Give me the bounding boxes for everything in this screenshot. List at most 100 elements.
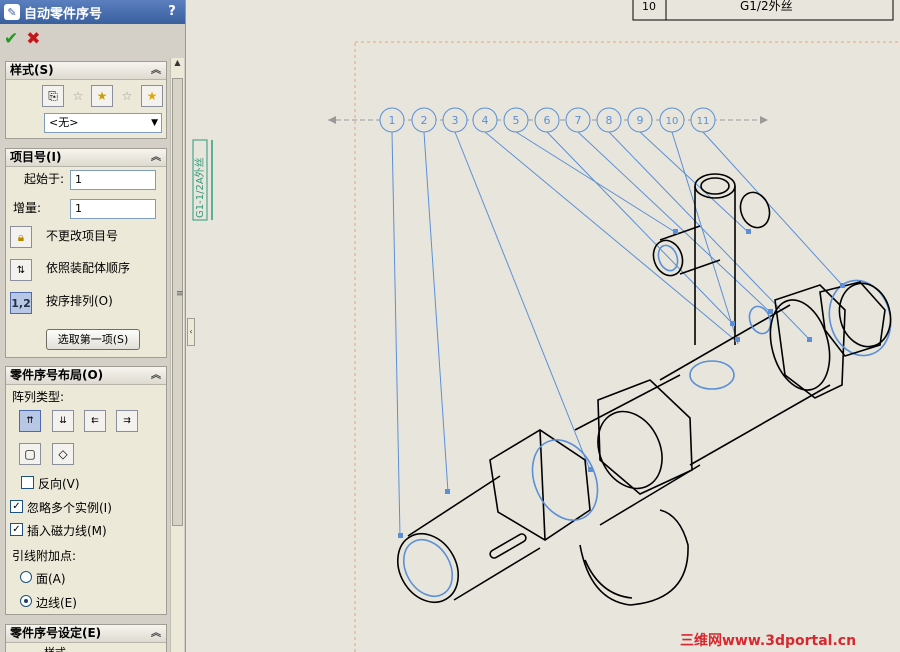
balloon-4[interactable]: 4 bbox=[472, 107, 498, 133]
layout-circular-icon: ◇ bbox=[58, 447, 68, 461]
layout-right-icon: ⇉ bbox=[123, 416, 131, 426]
item-number-group: 项目号(I) ︽ 起始于: 1 增量: 1 🔒︎ 不更改项目号 ⇅ 依照装配体顺… bbox=[5, 148, 167, 358]
bom-row-text: G1/2外丝 bbox=[740, 0, 793, 13]
add-style-button[interactable]: ☆ bbox=[67, 85, 89, 107]
balloon-label: 1 bbox=[389, 114, 396, 127]
layout-square-button[interactable]: ▢ bbox=[19, 443, 41, 465]
keep-number-button[interactable]: 🔒︎ bbox=[10, 226, 32, 248]
select-first-button[interactable]: 选取第一项(S) bbox=[46, 329, 140, 350]
cancel-button[interactable]: ✖ bbox=[26, 29, 40, 49]
grip-icon: ≡ bbox=[176, 289, 184, 299]
start-label: 起始于: bbox=[24, 172, 65, 186]
assembly-order-button[interactable]: ⇅ bbox=[10, 259, 32, 281]
start-input[interactable]: 1 bbox=[70, 170, 156, 190]
drawing-canvas[interactable]: 10 G1/2外丝 G1-1/2A外丝 1 2 3 4 5 6 7 8 9 10… bbox=[187, 0, 900, 652]
attach-edge-radio[interactable] bbox=[20, 595, 32, 607]
balloon-settings-group-header[interactable]: 零件序号设定(E) ︽ bbox=[6, 625, 166, 643]
star-delete-icon: ★ bbox=[96, 89, 108, 103]
watermark: 三维网www.3dportal.cn bbox=[680, 633, 857, 649]
sequence-icon: 1,2 bbox=[11, 296, 31, 310]
increment-label: 增量: bbox=[13, 201, 42, 215]
balloon-10[interactable]: 10 bbox=[659, 107, 685, 133]
arrow-right-icon bbox=[760, 116, 768, 124]
attach-edge-label: 边线(E) bbox=[36, 596, 77, 610]
style-dropdown[interactable]: <无> ▼ bbox=[44, 113, 162, 133]
help-icon[interactable]: ? bbox=[164, 4, 180, 20]
balloon-layout-group: 零件序号布局(O) ︽ 阵列类型: ⇈ ⇊ ⇇ ⇉ ▢ ◇ 反向(V) ✓ 忽略… bbox=[5, 366, 167, 615]
panel-title: 自动零件序号 bbox=[24, 6, 103, 22]
sort-order-button[interactable]: 1,2 bbox=[10, 292, 32, 314]
balloon-2[interactable]: 2 bbox=[411, 107, 437, 133]
balloons: 1 2 3 4 5 6 7 8 9 10 11 bbox=[379, 107, 716, 133]
insert-magnetic-checkbox[interactable]: ✓ bbox=[10, 523, 23, 536]
balloon-11[interactable]: 11 bbox=[690, 107, 716, 133]
assembly-order-icon: ⇅ bbox=[16, 264, 26, 276]
item-number-group-header[interactable]: 项目号(I) ︽ bbox=[6, 149, 166, 167]
balloon-7[interactable]: 7 bbox=[565, 107, 591, 133]
settings-style-label: 样式 bbox=[44, 644, 66, 652]
ignore-multiple-checkbox[interactable]: ✓ bbox=[10, 500, 23, 513]
reverse-label: 反向(V) bbox=[38, 477, 80, 491]
panel-title-bar: ✎ 自动零件序号 ? bbox=[0, 0, 185, 24]
balloon-6[interactable]: 6 bbox=[534, 107, 560, 133]
balloon-8[interactable]: 8 bbox=[596, 107, 622, 133]
load-style-button[interactable]: ⎘ bbox=[42, 85, 64, 107]
increment-input[interactable]: 1 bbox=[70, 199, 156, 219]
layout-bottom-button[interactable]: ⇊ bbox=[52, 410, 74, 432]
attach-point-label: 引线附加点: bbox=[12, 549, 77, 563]
balloon-label: 7 bbox=[575, 114, 582, 127]
style-group: 样式(S) ︽ ⎘ ☆ ★ ☆ ★ <无> ▼ bbox=[5, 61, 167, 139]
layout-bottom-icon: ⇊ bbox=[59, 416, 67, 426]
balloon-layout-group-title: 零件序号布局(O) bbox=[10, 368, 104, 382]
star-add-icon: ☆ bbox=[72, 89, 84, 103]
save-style-button[interactable]: ☆ bbox=[116, 85, 138, 107]
balloon-label: 4 bbox=[482, 114, 489, 127]
collapse-icon[interactable]: ︽ bbox=[151, 367, 161, 384]
balloon-label: 3 bbox=[452, 114, 459, 127]
collapse-icon[interactable]: ︽ bbox=[151, 149, 161, 166]
dimension-text[interactable]: G1-1/2A外丝 bbox=[194, 157, 206, 218]
reverse-checkbox[interactable] bbox=[21, 476, 34, 489]
pipe-assembly[interactable] bbox=[386, 173, 899, 613]
balloon-3[interactable]: 3 bbox=[442, 107, 468, 133]
property-manager: ✎ 自动零件序号 ? ✔ ✖ 样式(S) ︽ ⎘ ☆ ★ ☆ ★ <无> ▼ 项… bbox=[0, 0, 186, 652]
balloon-9[interactable]: 9 bbox=[627, 107, 653, 133]
chevron-down-icon: ▼ bbox=[151, 118, 158, 128]
layout-top-button[interactable]: ⇈ bbox=[19, 410, 41, 432]
layout-circular-button[interactable]: ◇ bbox=[52, 443, 74, 465]
style-group-title: 样式(S) bbox=[10, 63, 54, 77]
scroll-up-icon[interactable]: ▲ bbox=[171, 58, 184, 72]
balloon-5[interactable]: 5 bbox=[503, 107, 529, 133]
assembly-order-label: 依照装配体顺序 bbox=[46, 261, 131, 275]
panel-scrollbar[interactable]: ▲ ≡ bbox=[170, 58, 184, 652]
scroll-thumb[interactable]: ≡ bbox=[172, 78, 184, 526]
favorite-style-button[interactable]: ★ bbox=[141, 85, 163, 107]
delete-style-button[interactable]: ★ bbox=[91, 85, 113, 107]
pattern-type-label: 阵列类型: bbox=[12, 390, 65, 404]
item-number-group-title: 项目号(I) bbox=[10, 150, 62, 164]
ignore-multiple-label: 忽略多个实例(I) bbox=[27, 501, 112, 515]
ok-cancel-bar: ✔ ✖ bbox=[4, 29, 41, 49]
attach-face-radio[interactable] bbox=[20, 571, 32, 583]
attach-face-label: 面(A) bbox=[36, 572, 66, 586]
style-group-header[interactable]: 样式(S) ︽ bbox=[6, 62, 166, 80]
star-save-icon: ☆ bbox=[121, 89, 133, 103]
balloon-settings-group: 零件序号设定(E) ︽ 样式 bbox=[5, 624, 167, 652]
layout-square-icon: ▢ bbox=[24, 447, 36, 461]
balloon-layout-group-header[interactable]: 零件序号布局(O) ︽ bbox=[6, 367, 166, 385]
layout-left-icon: ⇇ bbox=[91, 416, 99, 426]
balloon-label: 5 bbox=[513, 114, 520, 127]
balloon-settings-group-title: 零件序号设定(E) bbox=[10, 626, 102, 640]
collapse-icon[interactable]: ︽ bbox=[151, 625, 161, 642]
layout-top-icon: ⇈ bbox=[26, 416, 34, 426]
sheet-border bbox=[354, 41, 900, 652]
balloon-1[interactable]: 1 bbox=[379, 107, 405, 133]
layout-left-button[interactable]: ⇇ bbox=[84, 410, 106, 432]
load-style-icon: ⎘ bbox=[48, 88, 58, 103]
layout-right-button[interactable]: ⇉ bbox=[116, 410, 138, 432]
arrow-left-icon bbox=[328, 116, 336, 124]
ok-button[interactable]: ✔ bbox=[4, 29, 18, 49]
bom-row-number: 10 bbox=[642, 0, 656, 13]
collapse-icon[interactable]: ︽ bbox=[151, 62, 161, 79]
selection-handles bbox=[398, 229, 845, 538]
